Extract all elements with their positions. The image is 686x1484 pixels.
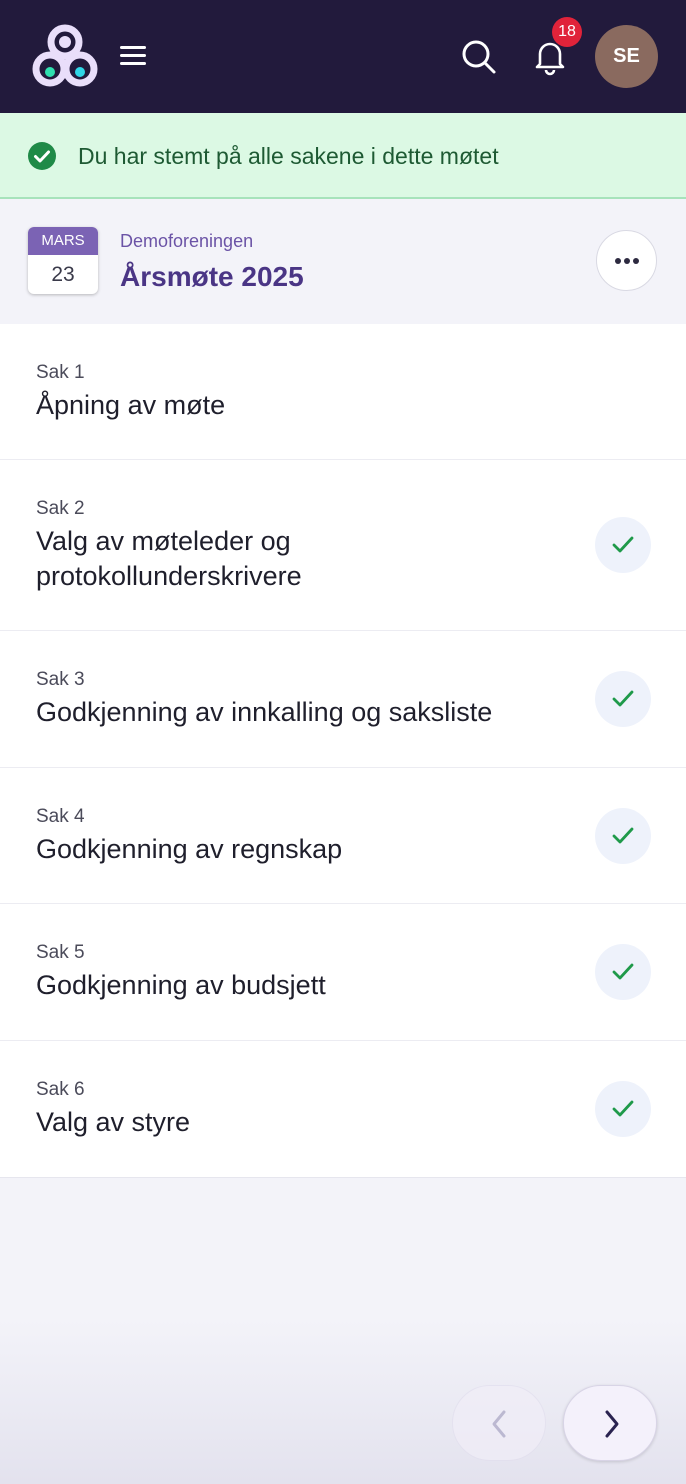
voted-status <box>595 1081 651 1137</box>
agenda-item-title: Åpning av møte <box>36 390 226 420</box>
agenda-item-number: Sak 1 <box>36 362 85 383</box>
agenda-item[interactable]: Sak 3 Godkjenning av innkalling og saksl… <box>0 631 686 768</box>
notification-count-badge: 18 <box>552 17 582 47</box>
voted-status <box>595 517 651 573</box>
checkmark-icon <box>612 963 634 980</box>
agenda-item[interactable]: Sak 4 Godkjenning av regnskap <box>0 768 686 904</box>
voted-status <box>595 944 651 1000</box>
chevron-right-icon <box>605 1410 619 1438</box>
ellipsis-icon <box>615 258 639 264</box>
meeting-header: MARS 23 Demoforeningen Årsmøte 2025 <box>0 199 686 324</box>
agenda-item-number: Sak 6 <box>36 1079 85 1100</box>
agenda-item-number: Sak 5 <box>36 942 85 963</box>
voted-status <box>595 671 651 727</box>
agenda-item-number: Sak 4 <box>36 806 85 827</box>
calendar-month: MARS <box>28 227 98 255</box>
agenda-item-title: Valg av møteleder og protokollunderskriv… <box>36 526 302 591</box>
agenda-item[interactable]: Sak 1 Åpning av møte <box>0 324 686 460</box>
meeting-title: Årsmøte 2025 <box>120 261 304 292</box>
agenda-item[interactable]: Sak 2 Valg av møteleder og protokollunde… <box>0 460 686 631</box>
hamburger-menu-icon[interactable] <box>117 40 149 72</box>
checkmark-icon <box>612 1100 634 1117</box>
checkmark-icon <box>612 690 634 707</box>
voted-status <box>595 808 651 864</box>
top-bar: 18 SE <box>0 0 686 113</box>
success-banner: Du har stemt på alle sakene i dette møte… <box>0 113 686 199</box>
calendar-day: 23 <box>51 263 75 286</box>
search-icon[interactable] <box>458 36 498 76</box>
checkmark-icon <box>612 536 634 553</box>
calendar-date-badge: MARS 23 <box>28 227 98 294</box>
next-button[interactable] <box>563 1385 657 1461</box>
agenda-item-number: Sak 2 <box>36 498 85 519</box>
user-avatar[interactable]: SE <box>595 25 658 88</box>
agenda-item[interactable]: Sak 5 Godkjenning av budsjett <box>0 904 686 1041</box>
agenda-list: Sak 1 Åpning av møte Sak 2 Valg av møtel… <box>0 324 686 1178</box>
more-options-button[interactable] <box>596 230 657 291</box>
pagination-bar <box>0 1320 686 1484</box>
chevron-left-icon <box>492 1410 506 1438</box>
agenda-item-title: Godkjenning av innkalling og saksliste <box>36 697 493 727</box>
app-logo-icon[interactable] <box>30 22 100 92</box>
check-circle-icon <box>28 142 56 170</box>
previous-button[interactable] <box>452 1385 546 1461</box>
agenda-item-title: Valg av styre <box>36 1107 191 1137</box>
agenda-item-title: Godkjenning av regnskap <box>36 834 343 864</box>
checkmark-icon <box>612 827 634 844</box>
organization-name[interactable]: Demoforeningen <box>120 231 253 252</box>
agenda-item-number: Sak 3 <box>36 669 85 690</box>
agenda-item-title: Godkjenning av budsjett <box>36 970 326 1000</box>
agenda-item[interactable]: Sak 6 Valg av styre <box>0 1041 686 1177</box>
banner-message: Du har stemt på alle sakene i dette møte… <box>78 143 499 169</box>
